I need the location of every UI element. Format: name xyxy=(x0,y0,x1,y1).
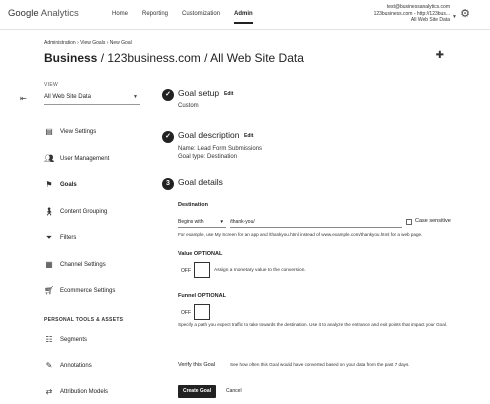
annotations-icon: ✎ xyxy=(45,361,53,370)
person-walk-icon: 🚶︎ xyxy=(44,207,55,216)
app-logo[interactable]: Google Analytics xyxy=(8,8,79,19)
sidebar-item-label: Content Grouping xyxy=(60,209,108,215)
view-label: VIEW xyxy=(44,82,58,88)
sidebar-item-goals[interactable]: ⚑ Goals xyxy=(44,180,144,193)
breadcrumb[interactable]: Administration › View Goals › New Goal xyxy=(44,40,132,46)
sidebar-item-filters[interactable]: ⏷ Filters xyxy=(44,233,144,246)
verify-goal-description: See how often this Goal would have conve… xyxy=(230,362,410,367)
step-goal-description-title: Goal description xyxy=(178,130,240,140)
filter-icon: ⏷ xyxy=(45,233,53,242)
section-heading-personal-tools: PERSONAL TOOLS & ASSETS xyxy=(44,317,124,323)
users-icon: 👥︎ xyxy=(44,154,55,163)
verify-goal-link[interactable]: Verify this Goal xyxy=(178,362,215,368)
channel-icon: ▦ xyxy=(45,260,53,269)
sidebar-item-label: View Settings xyxy=(60,129,97,135)
value-toggle[interactable] xyxy=(194,262,210,278)
case-sensitive-checkbox[interactable] xyxy=(406,219,412,225)
chevron-down-icon[interactable]: ▼ xyxy=(452,14,457,20)
sidebar-item-user-management[interactable]: 👥︎ User Management xyxy=(44,154,144,167)
top-bar: Google Analytics Home Reporting Customiz… xyxy=(0,0,490,30)
sidebar-item-content-grouping[interactable]: 🚶︎ Content Grouping xyxy=(44,207,144,220)
step-goal-setup-title: Goal setup xyxy=(178,88,220,98)
sidebar-item-annotations[interactable]: ✎ Annotations xyxy=(44,361,144,374)
goal-name-text: Name: Lead Form Submissions xyxy=(178,146,263,152)
sidebar-item-label: Channel Settings xyxy=(60,262,106,268)
edit-goal-setup-link[interactable]: Edit xyxy=(224,91,233,97)
sidebar-item-view-settings[interactable]: ▤ View Settings xyxy=(44,127,144,140)
destination-heading: Destination xyxy=(178,202,208,208)
nav-reporting[interactable]: Reporting xyxy=(142,11,168,17)
value-description: Assign a monetary value to the conversio… xyxy=(214,268,306,273)
sidebar-item-label: Annotations xyxy=(60,363,92,369)
check-icon: ✓ xyxy=(162,131,174,143)
check-icon: ✓ xyxy=(162,89,174,101)
flag-icon: ⚑ xyxy=(45,180,53,189)
step-goal-details-title: Goal details xyxy=(178,177,223,187)
page-title-account: Business xyxy=(44,51,98,65)
gear-icon[interactable]: ⚙ xyxy=(460,7,470,20)
sidebar-item-channel-settings[interactable]: ▦ Channel Settings xyxy=(44,260,144,273)
match-type-value: Begins with xyxy=(178,219,204,225)
nav-home[interactable]: Home xyxy=(112,11,128,17)
sidebar-item-label: Goals xyxy=(60,182,77,188)
account-view: All Web Site Data xyxy=(410,17,450,23)
sidebar-item-label: User Management xyxy=(60,156,110,162)
nav-customization[interactable]: Customization xyxy=(182,11,220,17)
step-number-badge: 3 xyxy=(162,178,174,190)
attribution-icon: ⇄ xyxy=(45,387,53,396)
view-select-value: All Web Site Data xyxy=(44,94,91,100)
nav-admin[interactable]: Admin xyxy=(234,11,253,24)
goal-type-text: Goal type: Destination xyxy=(178,154,238,160)
destination-help-text: For example, use My Screen for an app an… xyxy=(178,232,423,237)
logo-sub-text: Analytics xyxy=(40,8,79,19)
sidebar-item-label: Segments xyxy=(60,337,88,343)
page-title: Business / 123business.com / All Web Sit… xyxy=(44,51,304,65)
funnel-off-label: OFF xyxy=(181,310,191,316)
value-heading: Value OPTIONAL xyxy=(178,251,223,257)
sidebar-item-label: Attribution Models xyxy=(60,389,109,395)
segments-icon: ☷ xyxy=(45,335,53,344)
page-title-path: / 123business.com / All Web Site Data xyxy=(97,51,304,65)
case-sensitive-label: Case sensitive xyxy=(415,218,451,224)
sidebar-item-label: Filters xyxy=(60,235,77,241)
destination-input[interactable]: /thank-you/ xyxy=(230,217,402,228)
goal-setup-value: Custom xyxy=(178,103,199,109)
sidebar-item-segments[interactable]: ☷ Segments xyxy=(44,335,144,348)
view-select[interactable]: All Web Site Data ▼ xyxy=(44,91,140,105)
match-type-select[interactable]: Begins with ▼ xyxy=(178,217,226,228)
value-off-label: OFF xyxy=(181,268,191,274)
funnel-toggle[interactable] xyxy=(194,304,210,320)
logo-main-text: Google xyxy=(8,8,39,19)
edit-goal-description-link[interactable]: Edit xyxy=(244,133,253,139)
cancel-button[interactable]: Cancel xyxy=(226,385,242,398)
user-add-icon[interactable]: ✚ xyxy=(436,50,444,61)
sidebar-item-attribution-models[interactable]: ⇄ Attribution Models xyxy=(44,387,144,400)
sidebar-item-ecommerce-settings[interactable]: 🛒︎ Ecommerce Settings xyxy=(44,286,144,299)
page-icon: ▤ xyxy=(45,127,53,136)
funnel-description: Specify a path you expect traffic to tak… xyxy=(178,322,448,327)
chevron-down-icon: ▼ xyxy=(133,94,138,100)
create-goal-button[interactable]: Create Goal xyxy=(178,385,216,398)
chevron-down-icon: ▼ xyxy=(219,219,224,224)
cart-icon: 🛒︎ xyxy=(44,286,55,295)
sidebar-item-label: Ecommerce Settings xyxy=(60,288,116,294)
funnel-heading: Funnel OPTIONAL xyxy=(178,293,226,299)
account-switcher[interactable]: test@businessanalytics.com 123business.c… xyxy=(374,4,450,24)
back-arrow-icon[interactable]: ⇤ xyxy=(20,94,27,103)
